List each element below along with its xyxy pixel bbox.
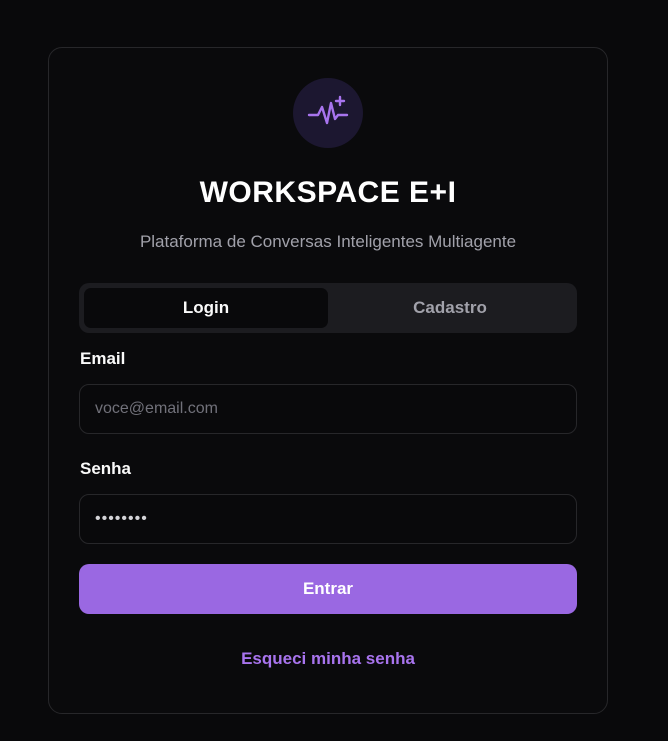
password-label: Senha: [80, 459, 132, 478]
email-label: Email: [80, 349, 126, 368]
forgot-password-link[interactable]: Esqueci minha senha: [49, 649, 607, 669]
password-field[interactable]: [79, 494, 577, 544]
tab-login[interactable]: Login: [84, 288, 328, 328]
email-field[interactable]: [79, 384, 577, 434]
app-title: WORKSPACE E+I: [199, 176, 457, 209]
logo: [293, 78, 363, 148]
auth-tabs: Login Cadastro: [79, 283, 577, 333]
login-button[interactable]: Entrar: [79, 564, 577, 614]
sparkle-wave-icon: [307, 95, 349, 125]
app-subtitle: Plataforma de Conversas Inteligentes Mul…: [139, 232, 517, 251]
tab-cadastro[interactable]: Cadastro: [328, 288, 572, 328]
login-card: WORKSPACE E+I Plataforma de Conversas In…: [48, 47, 608, 714]
